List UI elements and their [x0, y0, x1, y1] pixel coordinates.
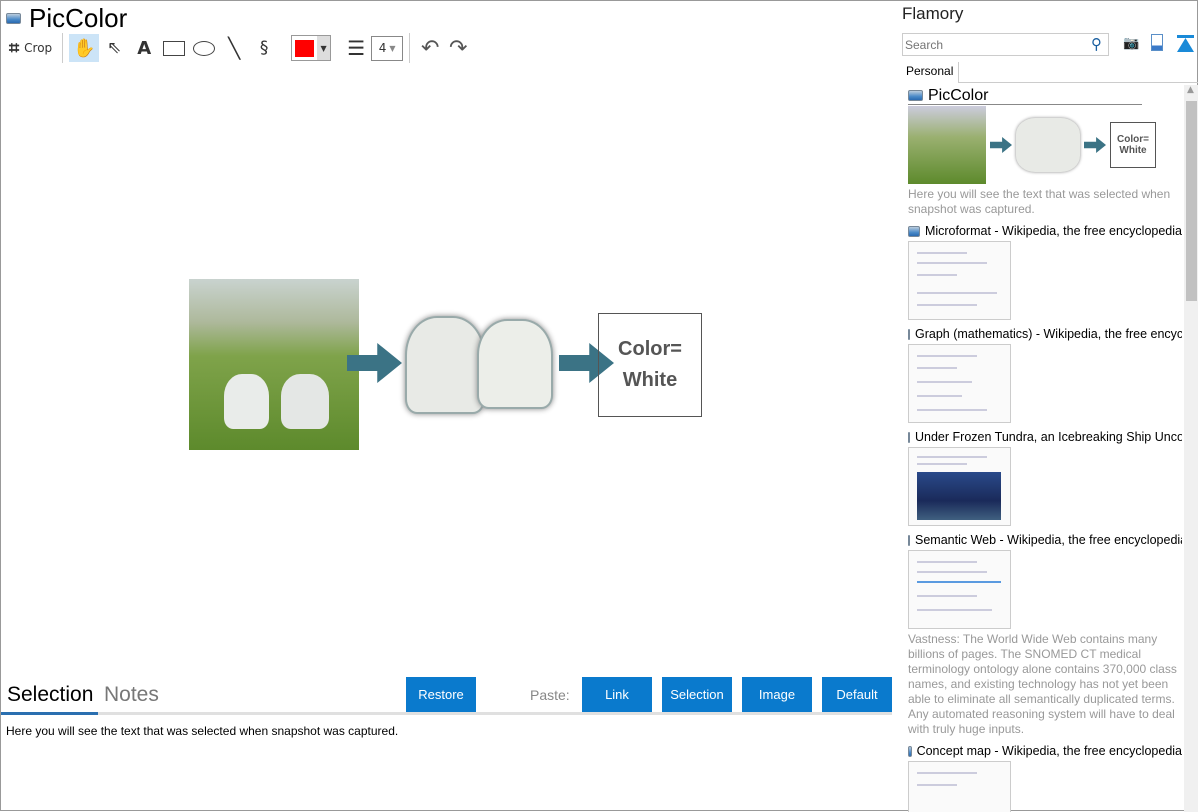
flamory-sidebar: Flamory ⚲ 📷 Personal PicColor Color=Whit…	[896, 1, 1198, 812]
paste-image-button[interactable]: Image	[742, 677, 812, 712]
text-tool[interactable]: A	[129, 34, 159, 62]
scroll-up-icon[interactable]: ▲	[1187, 85, 1194, 95]
arrow-icon	[1084, 137, 1106, 153]
sidebar-scrollbar[interactable]: ▲	[1184, 85, 1198, 812]
divider	[62, 33, 64, 63]
app-icon	[908, 745, 912, 757]
pointer-tool[interactable]: ⇖	[99, 34, 129, 62]
active-tab-indicator	[1, 712, 98, 715]
item-title: Microformat - Wikipedia, the free encycl…	[924, 224, 1182, 238]
ellipse-tool[interactable]	[189, 34, 219, 62]
list-item[interactable]: Concept map - Wikipedia, the free encycl…	[908, 743, 1182, 812]
redo-icon: ↷	[448, 35, 468, 61]
redo-button[interactable]: ↷	[444, 34, 472, 62]
app-icon	[908, 534, 910, 546]
thumbnail	[908, 106, 986, 184]
app-icon	[908, 225, 920, 237]
color-picker[interactable]: ▼	[291, 35, 332, 61]
paste-link-button[interactable]: Link	[582, 677, 652, 712]
item-description: Here you will see the text that was sele…	[908, 187, 1171, 216]
search-input[interactable]	[902, 33, 1109, 56]
hand-icon: ✋	[72, 37, 96, 59]
crop-icon: ⌗	[9, 37, 20, 59]
paste-default-button[interactable]: Default	[822, 677, 892, 712]
collapse-icon[interactable]	[1177, 35, 1194, 52]
hand-tool[interactable]: ✋	[69, 34, 100, 62]
list-item[interactable]: PicColor Color= White Here you will see t…	[908, 87, 1182, 217]
item-title: Graph (mathematics) - Wikipedia, the fre…	[915, 327, 1182, 341]
selection-text[interactable]: Here you will see the text that was sele…	[6, 724, 398, 738]
text-icon: A	[137, 37, 152, 59]
box-text: White	[622, 369, 678, 391]
thumbnail	[908, 241, 1011, 320]
box-text: White	[1119, 145, 1147, 156]
pointer-icon: ⇖	[107, 38, 122, 58]
document-icon[interactable]	[1151, 34, 1163, 51]
scrollbar-thumb[interactable]	[1186, 101, 1197, 301]
tab-personal[interactable]: Personal	[901, 62, 960, 83]
rectangle-tool[interactable]	[159, 34, 189, 62]
thumbnail	[908, 344, 1011, 423]
chevron-down-icon: ▼	[316, 36, 331, 60]
chevron-down-icon: ▼	[389, 43, 396, 53]
thumbnail	[908, 447, 1011, 526]
app-icon	[908, 328, 910, 340]
freehand-icon: §	[259, 38, 269, 58]
tab-selection[interactable]: Selection	[7, 683, 93, 707]
item-title: Under Frozen Tundra, an Icebreaking Ship…	[915, 430, 1182, 444]
undo-button[interactable]: ↶	[416, 34, 444, 62]
ellipse-icon	[193, 40, 216, 56]
undo-icon: ↶	[420, 35, 440, 61]
thumbnail	[908, 550, 1011, 629]
toolbar: ⌗ Crop ✋ ⇖ A ╲ § ▼ ☰ 4 ▼ ↶ ↷	[5, 33, 472, 63]
color-swatch	[295, 39, 314, 57]
tab-notes[interactable]: Notes	[104, 683, 159, 707]
crop-button[interactable]: ⌗ Crop	[5, 34, 56, 62]
list-item[interactable]: Microformat - Wikipedia, the free encycl…	[908, 223, 1182, 320]
item-title: Semantic Web - Wikipedia, the free encyc…	[915, 533, 1182, 547]
paste-label: Paste:	[530, 687, 570, 703]
rectangle-icon	[163, 40, 186, 56]
divider	[959, 82, 1198, 83]
item-description: Vastness: The World Wide Web contains ma…	[908, 632, 1177, 736]
restore-button[interactable]: Restore	[406, 677, 476, 712]
thumbnail	[908, 761, 1011, 812]
divider	[409, 33, 411, 63]
box-text: Color=	[1117, 134, 1149, 145]
list-item[interactable]: Under Frozen Tundra, an Icebreaking Ship…	[908, 429, 1182, 526]
app-icon	[908, 90, 923, 101]
search-icon[interactable]: ⚲	[1091, 35, 1102, 53]
app-icon	[6, 13, 21, 24]
sneakers-image	[405, 311, 555, 416]
item-title: Concept map - Wikipedia, the free encycl…	[916, 744, 1182, 758]
photo-image	[189, 279, 359, 450]
app-icon	[908, 431, 910, 443]
list-item[interactable]: Graph (mathematics) - Wikipedia, the fre…	[908, 326, 1182, 423]
app-title-bar: PicColor	[6, 3, 127, 34]
arrow-icon	[990, 137, 1012, 153]
line-width-icon: ☰	[347, 36, 366, 60]
line-icon: ╲	[228, 36, 241, 60]
snapshot-list: PicColor Color= White Here you will see t…	[908, 87, 1182, 812]
paste-selection-button[interactable]: Selection	[662, 677, 732, 712]
main-panel: PicColor ⌗ Crop ✋ ⇖ A ╲ § ▼ ☰ 4 ▼ ↶ ↷ Col…	[1, 1, 896, 812]
item-title: PicColor	[928, 87, 989, 104]
color-result-box: Color= White	[598, 313, 702, 417]
list-item[interactable]: Semantic Web - Wikipedia, the free encyc…	[908, 532, 1182, 737]
app-title: PicColor	[29, 3, 128, 33]
image-canvas[interactable]: Color= White	[1, 71, 896, 676]
line-width-value: 4	[378, 41, 387, 55]
line-tool[interactable]: ╲	[219, 34, 249, 62]
line-width-select[interactable]: 4 ▼	[371, 35, 404, 61]
camera-icon[interactable]: 📷	[1123, 36, 1139, 51]
sidebar-title: Flamory	[902, 4, 964, 23]
box-text: Color=	[618, 338, 682, 360]
freehand-tool[interactable]: §	[249, 34, 279, 62]
crop-label: Crop	[24, 41, 53, 55]
